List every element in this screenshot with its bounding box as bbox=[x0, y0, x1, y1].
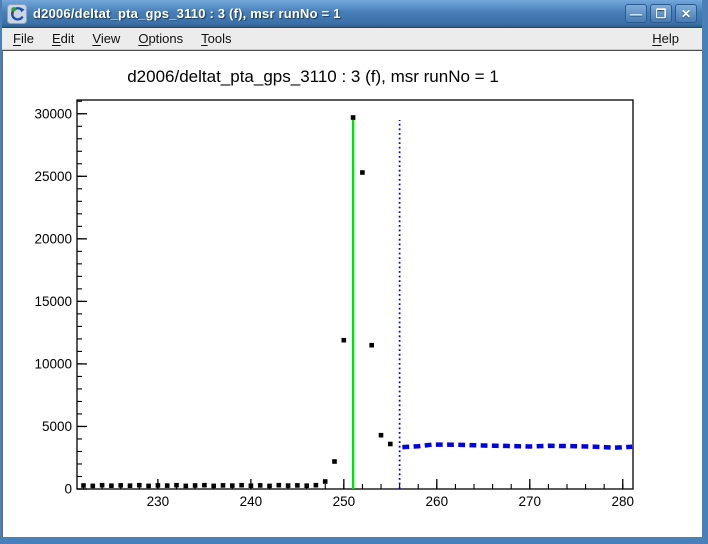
x-tick-label: 280 bbox=[612, 494, 635, 509]
maximize-button[interactable]: ❐ bbox=[650, 4, 672, 23]
window-controls: — ❐ ✕ bbox=[625, 4, 697, 23]
chart-title: d2006/deltat_pta_gps_3110 : 3 (f), msr r… bbox=[127, 67, 499, 86]
title-bar[interactable]: d2006/deltat_pta_gps_3110 : 3 (f), msr r… bbox=[2, 0, 702, 28]
x-tick-label: 260 bbox=[426, 494, 449, 509]
background-level-line bbox=[402, 445, 632, 448]
x-tick-label: 250 bbox=[333, 494, 356, 509]
x-tick-label: 240 bbox=[240, 494, 263, 509]
menu-edit[interactable]: Edit bbox=[43, 29, 83, 48]
x-tick-label: 270 bbox=[519, 494, 542, 509]
chart-svg: d2006/deltat_pta_gps_3110 : 3 (f), msr r… bbox=[3, 51, 702, 537]
menu-help[interactable]: Help bbox=[643, 29, 688, 48]
menu-options[interactable]: Options bbox=[129, 29, 192, 48]
menu-file[interactable]: File bbox=[4, 29, 43, 48]
plot-frame bbox=[77, 100, 633, 489]
minimize-button[interactable]: — bbox=[625, 4, 647, 23]
root-app-icon bbox=[6, 3, 27, 24]
y-tick-label: 0 bbox=[64, 482, 72, 497]
y-tick-label: 30000 bbox=[34, 106, 72, 121]
plot-canvas[interactable]: d2006/deltat_pta_gps_3110 : 3 (f), msr r… bbox=[2, 50, 702, 537]
y-tick-label: 15000 bbox=[34, 294, 72, 309]
menu-view[interactable]: View bbox=[83, 29, 129, 48]
y-tick-label: 10000 bbox=[34, 356, 72, 371]
root-canvas-window: d2006/deltat_pta_gps_3110 : 3 (f), msr r… bbox=[0, 0, 708, 544]
window-title: d2006/deltat_pta_gps_3110 : 3 (f), msr r… bbox=[33, 6, 625, 21]
x-tick-label: 230 bbox=[147, 494, 170, 509]
menu-bar: File Edit View Options Tools Help bbox=[2, 28, 702, 50]
close-button[interactable]: ✕ bbox=[675, 4, 697, 23]
y-tick-label: 5000 bbox=[42, 419, 72, 434]
y-axis: 0 5000 10000 15000 20000 25000 30000 bbox=[34, 101, 87, 496]
menu-tools[interactable]: Tools bbox=[192, 29, 240, 48]
y-tick-label: 25000 bbox=[34, 169, 72, 184]
histogram-data bbox=[81, 115, 392, 488]
y-tick-label: 20000 bbox=[34, 231, 72, 246]
